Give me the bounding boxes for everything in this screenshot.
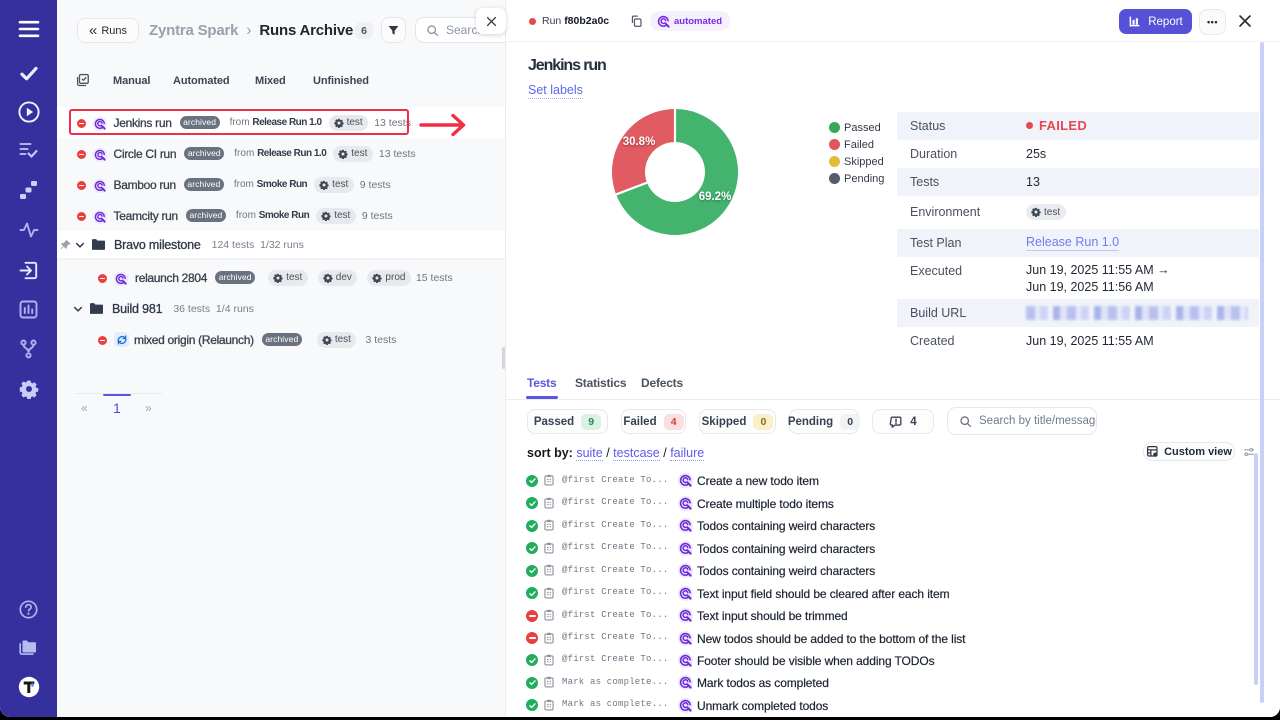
- svg-text:69.2%: 69.2%: [699, 191, 732, 203]
- svg-text:30.8%: 30.8%: [623, 136, 656, 148]
